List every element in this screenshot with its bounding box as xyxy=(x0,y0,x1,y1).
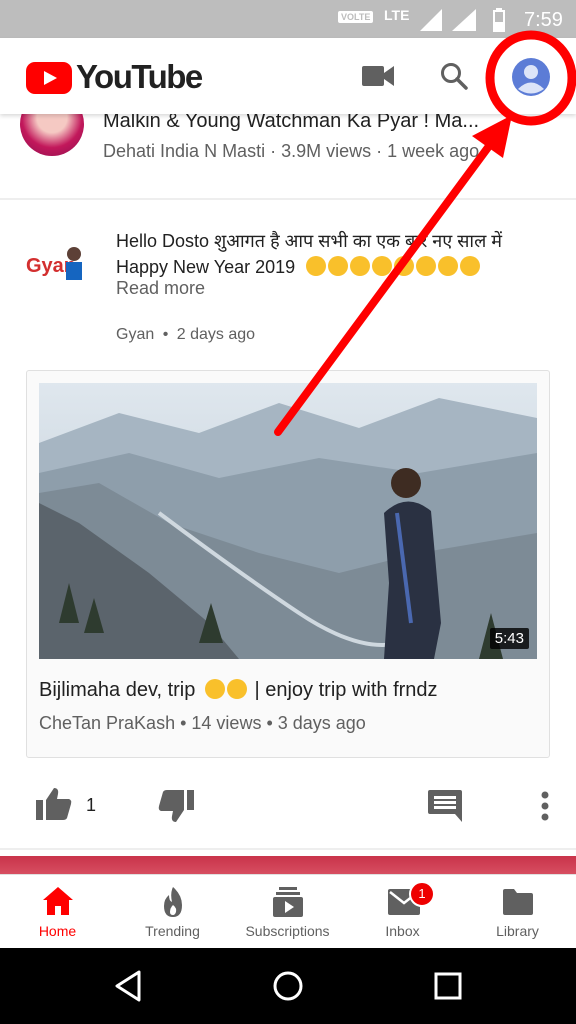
comment-icon[interactable] xyxy=(428,790,462,822)
nav-label: Home xyxy=(38,923,77,939)
thumbs-up-icon[interactable] xyxy=(36,788,72,820)
nav-label: Library xyxy=(496,923,539,939)
shared-video-views: 14 views xyxy=(191,713,262,733)
account-icon[interactable] xyxy=(512,58,550,96)
smiley-emoji-icon xyxy=(328,256,349,276)
post-age: 2 days ago xyxy=(176,326,256,343)
thumbs-down-icon[interactable] xyxy=(158,790,194,822)
folder-icon xyxy=(503,889,533,915)
status-bar: VOLTE LTE 7:59 xyxy=(0,0,576,38)
inbox-badge: 1 xyxy=(409,881,435,907)
channel-avatar[interactable] xyxy=(20,114,84,156)
post-text-line1: Hello Dosto शुआगत है आप सभी का एक बार नए… xyxy=(116,231,503,251)
post-channel-name[interactable]: Gyan xyxy=(116,326,154,343)
title-part1: Bijlimaha dev, trip xyxy=(39,679,196,701)
home-button-icon[interactable] xyxy=(272,970,304,1002)
wifi-signal-icon xyxy=(452,9,476,31)
nav-inbox[interactable]: 1 Inbox xyxy=(345,875,460,949)
smiley-emoji-icon xyxy=(416,256,437,276)
post-meta: Gyan • 2 days ago xyxy=(116,326,255,344)
smiley-emoji-icon xyxy=(372,256,393,276)
shared-video-title[interactable]: Bijlimaha dev, trip | enjoy trip with fr… xyxy=(39,679,438,702)
home-icon xyxy=(43,887,73,915)
read-more-link[interactable]: Read more xyxy=(116,278,205,299)
divider xyxy=(0,848,576,850)
sunglasses-emoji-icon xyxy=(204,679,225,699)
shared-video-meta: CheTan PraKash • 14 views • 3 days ago xyxy=(39,713,366,734)
app-bar: YouTube xyxy=(0,38,576,114)
youtube-logo[interactable]: YouTube xyxy=(26,58,203,96)
post-text: Hello Dosto शुआगत है आप सभी का एक बार नए… xyxy=(116,228,556,280)
nav-subscriptions[interactable]: Subscriptions xyxy=(230,875,345,949)
signal-icon xyxy=(420,9,442,31)
flame-icon xyxy=(164,887,182,917)
post-text-line2-row: Happy New Year 2019 xyxy=(116,254,556,280)
feed[interactable]: Malkin & Young Watchman Ka Pyar ! Ma... … xyxy=(0,114,576,874)
post-text-line2: Happy New Year 2019 xyxy=(116,257,296,277)
video-camera-icon[interactable] xyxy=(362,64,394,88)
video-duration: 5:43 xyxy=(489,628,529,649)
video-title[interactable]: Malkin & Young Watchman Ka Pyar ! Ma... xyxy=(103,114,479,133)
recents-icon[interactable] xyxy=(434,972,462,1000)
volte-indicator: VOLTE xyxy=(338,11,374,23)
youtube-play-icon xyxy=(26,62,72,94)
title-part2: | enjoy trip with frndz xyxy=(248,679,438,701)
video-meta: Dehati India N Masti · 3.9M views · 1 we… xyxy=(103,141,480,161)
back-icon[interactable] xyxy=(114,970,142,1002)
mountain-landscape-image xyxy=(39,383,537,659)
meta-separator: • xyxy=(162,326,169,343)
divider xyxy=(0,198,576,200)
video-thumbnail[interactable]: 5:43 xyxy=(39,383,537,659)
smiley-emoji-icon xyxy=(438,256,459,276)
smiley-emoji-icon xyxy=(226,679,247,699)
system-nav-bar xyxy=(0,948,576,1024)
subscriptions-icon xyxy=(273,887,303,917)
smiley-emoji-icon xyxy=(350,256,371,276)
nav-home[interactable]: Home xyxy=(0,875,115,949)
smiley-emoji-icon xyxy=(306,256,327,276)
search-icon[interactable] xyxy=(440,62,468,90)
shared-video-card[interactable]: 5:43 Bijlimaha dev, trip | enjoy trip wi… xyxy=(26,370,550,758)
youtube-wordmark: YouTube xyxy=(76,58,203,95)
nav-label: Inbox xyxy=(385,923,420,939)
next-video-thumbnail[interactable] xyxy=(0,856,576,874)
battery-icon xyxy=(493,8,505,32)
more-options-icon[interactable] xyxy=(540,790,550,822)
smiley-emoji-icon xyxy=(394,256,415,276)
network-type: LTE xyxy=(384,7,410,23)
meta-separator: • xyxy=(261,713,278,733)
meta-separator: • xyxy=(175,713,192,733)
nav-label: Trending xyxy=(145,923,200,939)
like-count: 1 xyxy=(86,795,97,815)
nav-trending[interactable]: Trending xyxy=(115,875,230,949)
bottom-nav: Home Trending Subscriptions 1 Inbox Libr… xyxy=(0,874,576,949)
gyan-channel-avatar[interactable]: Gyan xyxy=(24,238,90,286)
emoji-row xyxy=(306,256,482,277)
nav-library[interactable]: Library xyxy=(460,875,575,949)
shared-video-age: 3 days ago xyxy=(277,713,366,733)
shared-video-channel: CheTan PraKash xyxy=(39,713,176,733)
nav-label: Subscriptions xyxy=(245,923,330,939)
smiley-emoji-icon xyxy=(460,256,481,276)
clock: 7:59 xyxy=(524,9,563,31)
